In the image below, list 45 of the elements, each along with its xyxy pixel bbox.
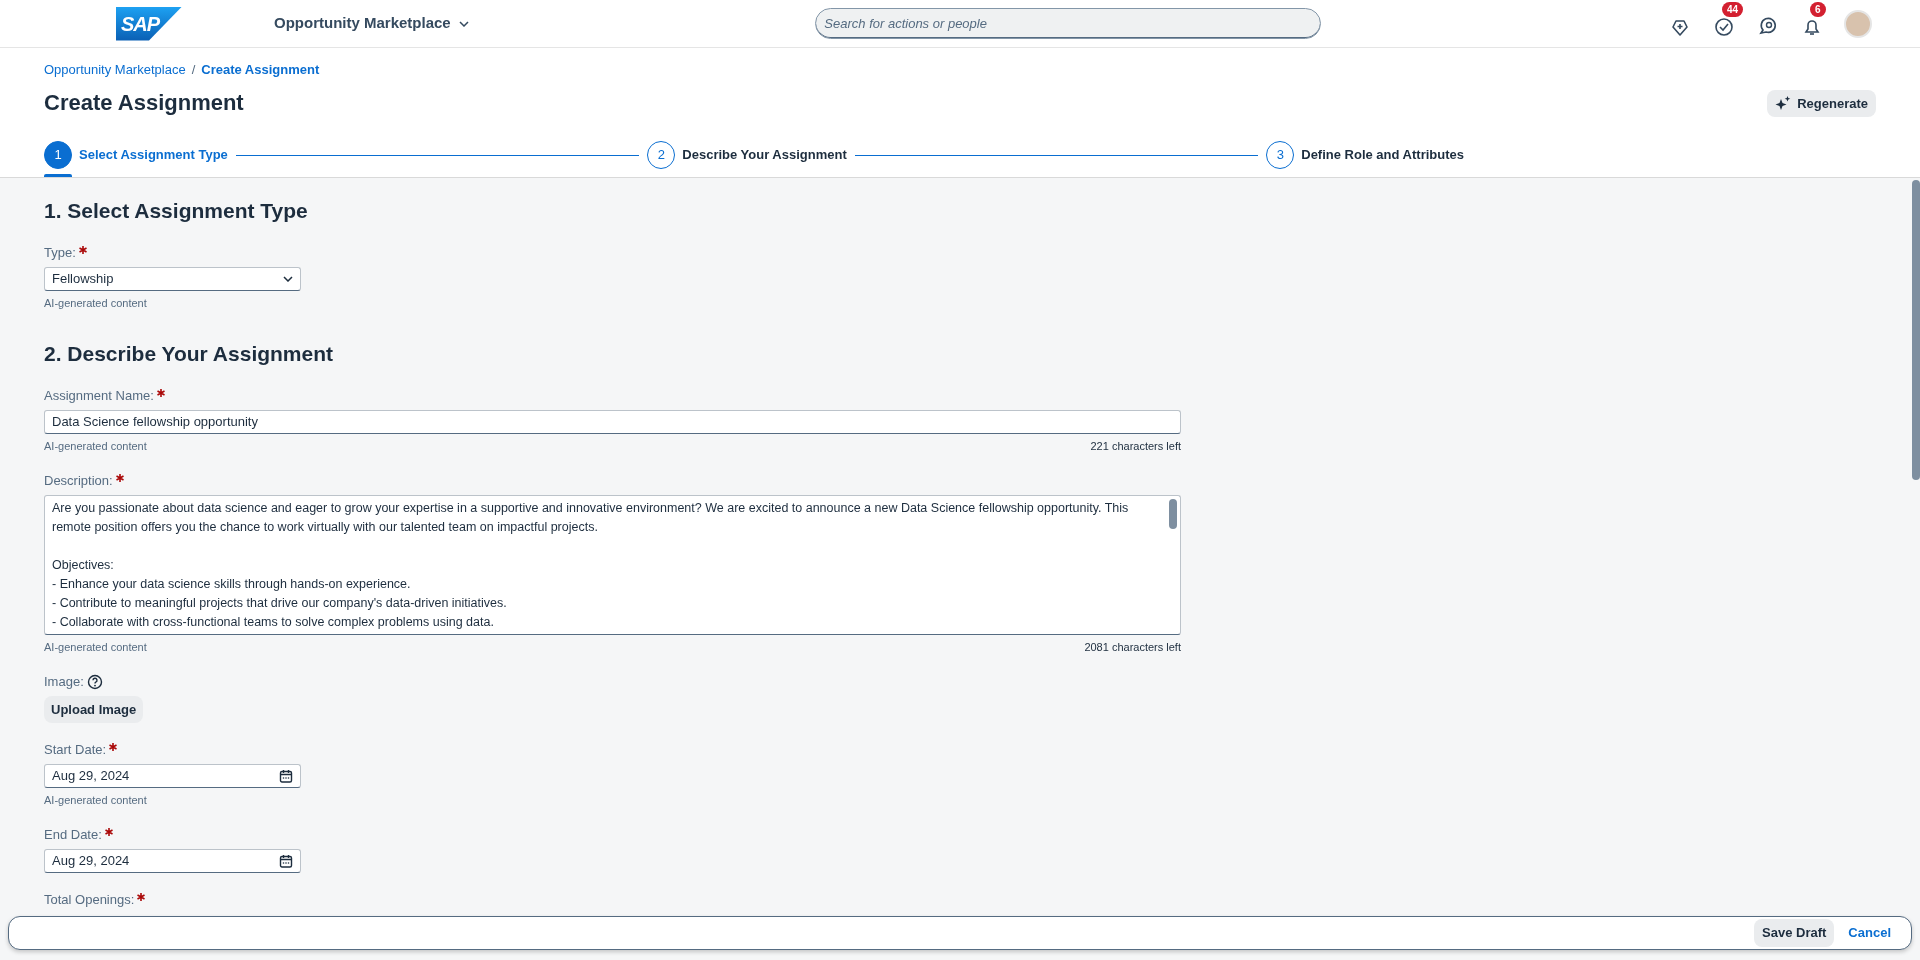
wizard-step[interactable]: 3 Define Role and Attributes xyxy=(1266,133,1464,177)
search-field[interactable]: Search for actions or people xyxy=(815,8,1322,39)
helper-text: AI-generated content xyxy=(44,295,147,311)
app-title-menu[interactable]: Opportunity Marketplace xyxy=(274,12,469,35)
regenerate-button[interactable]: Regenerate xyxy=(1767,89,1876,117)
field-label: Start Date: xyxy=(44,741,107,760)
sparkle-icon xyxy=(1775,95,1792,112)
calendar-icon xyxy=(279,853,293,868)
wizard-step[interactable]: 1 Select Assignment Type xyxy=(44,133,228,177)
chevron-down-icon xyxy=(283,275,293,282)
date-field[interactable]: Aug 29, 2024 xyxy=(44,763,301,788)
count-badge: 6 xyxy=(1810,2,1826,17)
check-circle-icon xyxy=(1712,15,1736,39)
text-area[interactable]: Are you passionate about data science and eager to grow your expertise in a supportive and innovative environment? We are excited to announce a new Data Science fellowship opportunity. This remote position offers you the chance to work virtually with our talented team on impactful projects. Objectives: - Enhance your data science skills through hands-on experience. - Contribute to meaningful projects that drive our company's data-driven initiatives. - Collaborate with cross-functional teams to solve complex problems using data. xyxy=(44,494,1181,635)
field-label: End Date: xyxy=(44,826,102,845)
check-circle-button[interactable] xyxy=(1712,15,1736,39)
sap-logo[interactable]: SAP xyxy=(116,6,182,41)
chevron-down-icon xyxy=(458,20,469,27)
breadcrumb-link[interactable]: Create Assignment xyxy=(201,60,320,80)
breadcrumb-separator: / xyxy=(191,61,196,79)
help-icon xyxy=(86,674,103,691)
breadcrumb-link[interactable]: Opportunity Marketplace xyxy=(44,60,186,80)
upload-image-button[interactable]: Upload Image xyxy=(44,695,144,724)
field-label: Description: xyxy=(44,472,113,491)
helper-text: AI-generated content xyxy=(44,639,147,655)
helper-text: AI-generated content xyxy=(44,792,147,808)
character-counter: 2081 characters left xyxy=(1084,639,1181,655)
character-counter: 221 characters left xyxy=(1090,438,1181,454)
field-label: Total Openings: xyxy=(44,890,135,909)
scrollbar-thumb[interactable] xyxy=(1169,498,1177,529)
field-label: Image: xyxy=(44,673,84,692)
calendar-icon xyxy=(279,768,293,783)
helper-text: AI-generated content xyxy=(44,438,147,454)
field-label: Assignment Name: xyxy=(44,387,154,406)
section-heading: 2. Describe Your Assignment xyxy=(44,341,335,367)
field-label: Type: xyxy=(44,244,76,263)
input-field[interactable]: Data Science fellowship opportunity xyxy=(44,409,1181,434)
save-draft-button[interactable]: Save Draft xyxy=(1754,919,1835,947)
count-badge: 44 xyxy=(1722,2,1744,17)
cancel-button[interactable]: Cancel xyxy=(1840,919,1899,947)
dropdown-field[interactable]: Fellowship xyxy=(44,266,301,291)
page-title: Create Assignment xyxy=(44,90,244,117)
date-field[interactable]: Aug 29, 2024 xyxy=(44,848,301,873)
wizard-step[interactable]: 2 Describe Your Assignment xyxy=(647,133,847,177)
section-heading: 1. Select Assignment Type xyxy=(44,198,309,224)
